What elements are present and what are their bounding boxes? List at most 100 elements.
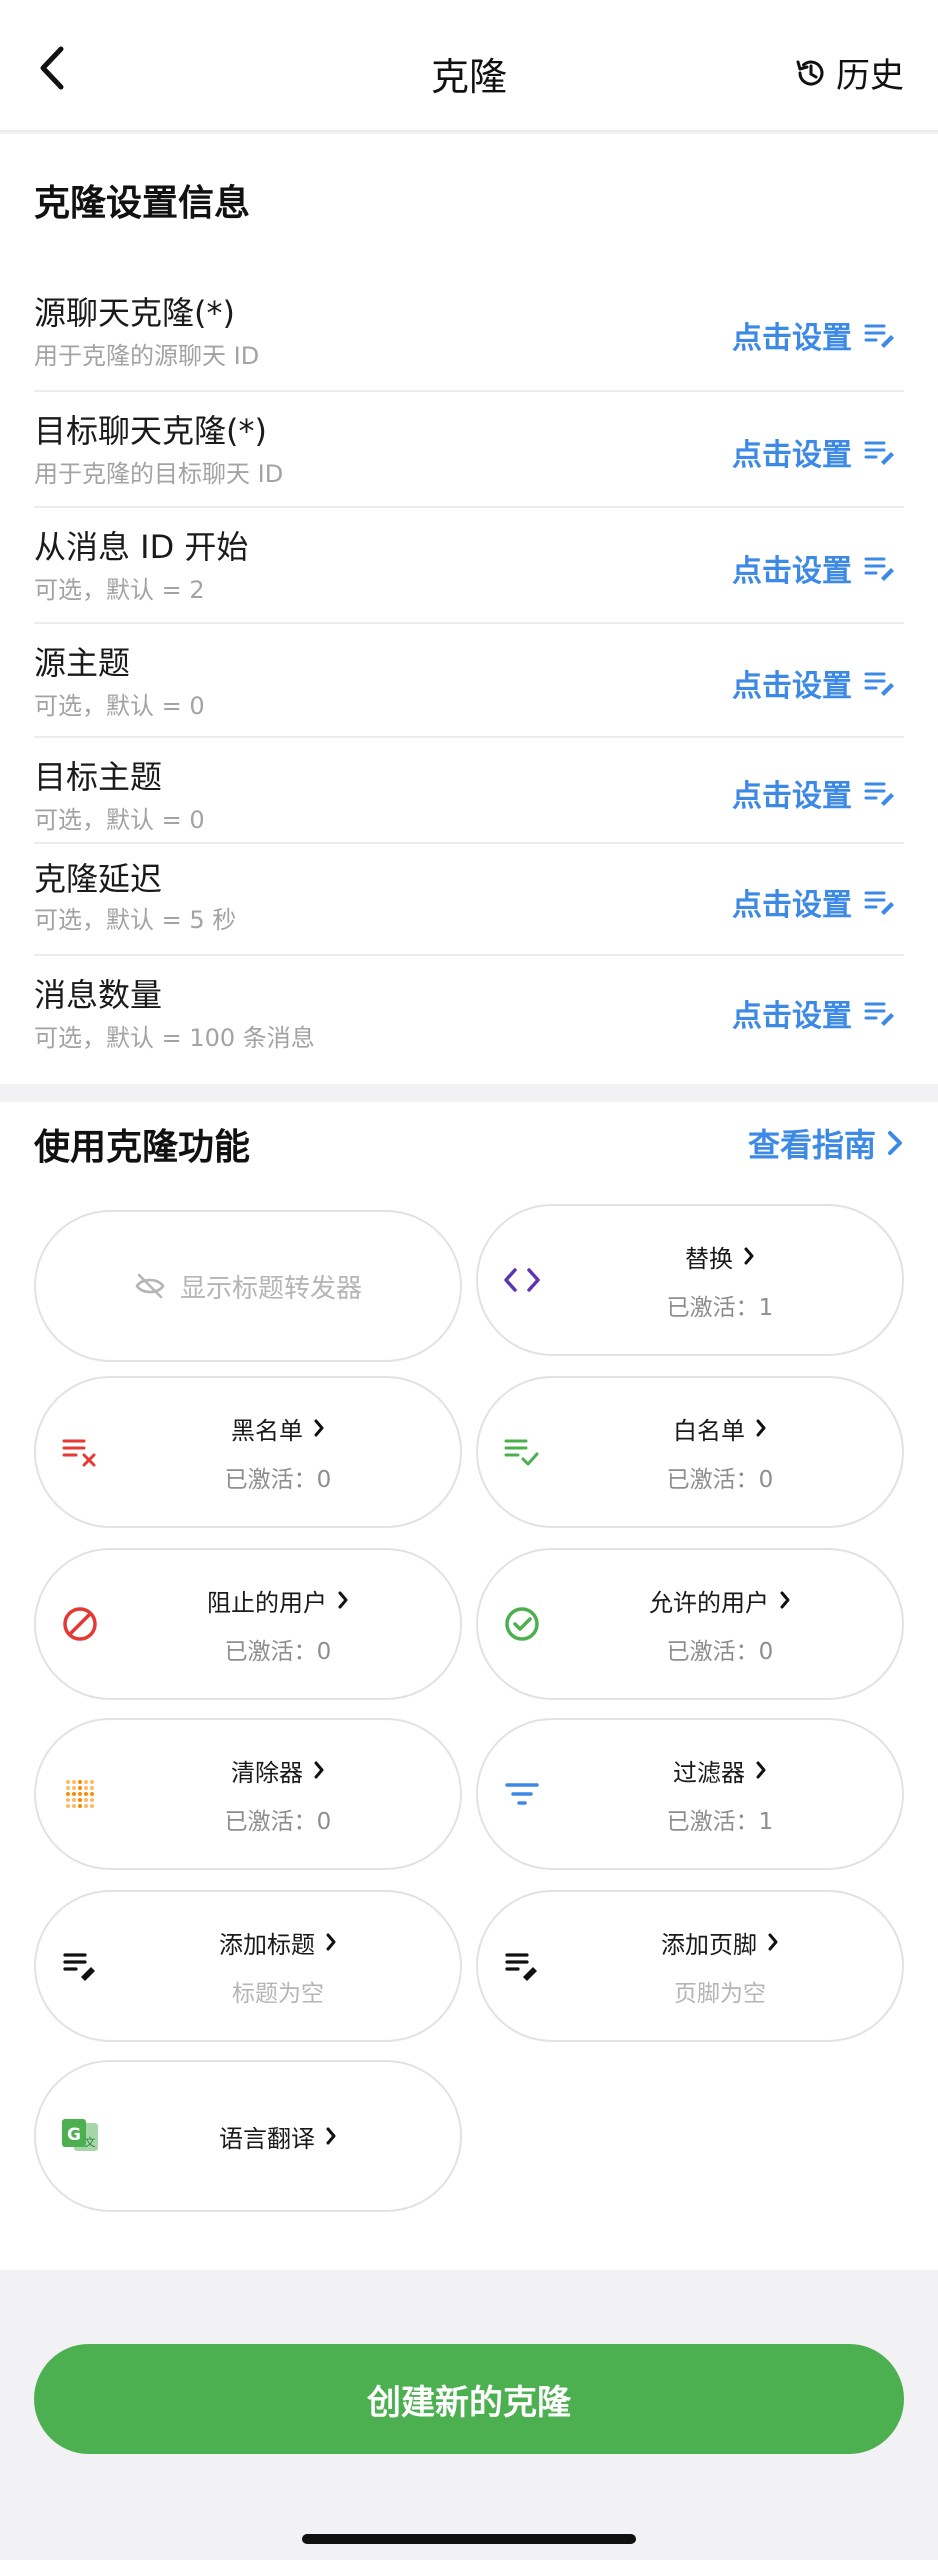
replace-button[interactable]: 替换 已激活：1 xyxy=(476,1204,904,1356)
cleaner-status: 已激活：0 xyxy=(224,1808,332,1835)
cleaner-label: 清除器 xyxy=(231,1758,303,1787)
block-icon xyxy=(63,1607,97,1641)
setting-row: 消息数量 可选，默认 = 100 条消息 点击设置 xyxy=(34,956,904,1066)
pill-content: 白名单 已激活：0 xyxy=(568,1378,872,1526)
edit-list-icon xyxy=(864,441,894,465)
check-circle-icon xyxy=(505,1607,539,1641)
replace-label: 替换 xyxy=(685,1244,733,1273)
set-button-label: 点击设置 xyxy=(732,999,852,1034)
home-indicator xyxy=(302,2534,636,2544)
chevron-right-icon xyxy=(326,2127,336,2145)
history-button[interactable]: 历史 xyxy=(794,48,904,97)
pill-icon xyxy=(60,1774,100,1814)
edit-list-icon xyxy=(864,672,894,696)
set-button[interactable]: 点击设置 xyxy=(732,313,896,357)
whitelist-status: 已激活：0 xyxy=(666,1466,774,1493)
translate-label: 语言翻译 xyxy=(219,2124,315,2153)
set-button[interactable]: 点击设置 xyxy=(732,430,896,474)
edit-list-icon xyxy=(63,1953,95,1981)
pill-title-row: 添加页脚 xyxy=(661,1925,779,1960)
top-bar: 克隆 历史 xyxy=(0,0,938,132)
set-button-label: 点击设置 xyxy=(732,669,852,704)
view-guide-link[interactable]: 查看指南 xyxy=(748,1120,904,1166)
setting-row: 克隆延迟 可选，默认 = 5 秒 点击设置 xyxy=(34,844,904,956)
add-footer-button[interactable]: 添加页脚 页脚为空 xyxy=(476,1890,904,2042)
svg-text:G: G xyxy=(67,2125,81,2145)
add-header-status: 标题为空 xyxy=(232,1980,324,2007)
translate-button[interactable]: G文 语言翻译 xyxy=(34,2060,462,2212)
pill-icon xyxy=(502,1774,542,1814)
setting-hint: 可选，默认 = 5 秒 xyxy=(34,906,237,934)
pill-icon xyxy=(502,1432,542,1472)
setting-label: 目标聊天克隆(*) xyxy=(34,412,267,450)
setting-label: 消息数量 xyxy=(34,976,163,1014)
chevron-right-icon xyxy=(756,1419,766,1437)
chevron-right-icon xyxy=(756,1761,766,1779)
blocked-users-status: 已激活：0 xyxy=(224,1638,332,1665)
set-button-label: 点击设置 xyxy=(732,554,852,589)
pill-title-row: 清除器 xyxy=(231,1753,325,1788)
edit-list-icon xyxy=(864,1002,894,1026)
filter-button[interactable]: 过滤器 已激活：1 xyxy=(476,1718,904,1870)
setting-hint: 可选，默认 = 100 条消息 xyxy=(34,1024,315,1052)
edit-list-icon xyxy=(864,557,894,581)
edit-list-icon xyxy=(864,324,894,348)
setting-label: 目标主题 xyxy=(34,758,163,796)
setting-hint: 可选，默认 = 2 xyxy=(34,576,205,604)
blocked-users-label: 阻止的用户 xyxy=(207,1588,327,1617)
pill-content: 语言翻译 xyxy=(126,2062,430,2210)
show-header-forwarder-label: 显示标题转发器 xyxy=(179,1273,362,1304)
add-footer-status: 页脚为空 xyxy=(674,1980,766,2007)
setting-row: 源主题 可选，默认 = 0 点击设置 xyxy=(34,624,904,738)
pill-content: 阻止的用户 已激活：0 xyxy=(126,1550,430,1698)
whitelist-button[interactable]: 白名单 已激活：0 xyxy=(476,1376,904,1528)
pill-title-row: 阻止的用户 xyxy=(207,1583,349,1618)
chevron-right-icon xyxy=(338,1591,348,1609)
cleaner-button[interactable]: 清除器 已激活：0 xyxy=(34,1718,462,1870)
pill-icon xyxy=(502,1604,542,1644)
set-button[interactable]: 点击设置 xyxy=(732,771,896,815)
show-header-forwarder-button[interactable]: 显示标题转发器 xyxy=(34,1210,462,1362)
filter-label: 过滤器 xyxy=(673,1758,745,1787)
blacklist-button[interactable]: 黑名单 已激活：0 xyxy=(34,1376,462,1528)
history-label: 历史 xyxy=(836,56,904,96)
pill-title-row: 过滤器 xyxy=(673,1753,767,1788)
replace-status: 已激活：1 xyxy=(666,1294,774,1321)
create-clone-button[interactable]: 创建新的克隆 xyxy=(34,2344,904,2454)
chevron-right-icon xyxy=(888,1131,902,1155)
blacklist-label: 黑名单 xyxy=(231,1416,303,1445)
set-button[interactable]: 点击设置 xyxy=(732,880,896,924)
set-button-label: 点击设置 xyxy=(732,438,852,473)
pill-title-row: 黑名单 xyxy=(231,1411,325,1446)
set-button-label: 点击设置 xyxy=(732,779,852,814)
add-header-button[interactable]: 添加标题 标题为空 xyxy=(34,1890,462,2042)
setting-label: 源主题 xyxy=(34,644,131,682)
pill-title-row: 添加标题 xyxy=(219,1925,337,1960)
setting-hint: 可选，默认 = 0 xyxy=(34,806,205,834)
chevron-right-icon xyxy=(314,1761,324,1779)
set-button[interactable]: 点击设置 xyxy=(732,661,896,705)
set-button[interactable]: 点击设置 xyxy=(732,546,896,590)
features-section-title: 使用克隆功能 xyxy=(34,1127,251,1168)
blacklist-status: 已激活：0 xyxy=(224,1466,332,1493)
add-footer-label: 添加页脚 xyxy=(661,1930,757,1959)
clone-features-section: 使用克隆功能 查看指南 显示标题转发器 替换 已激活：1 黑名单 已激活：0 白… xyxy=(0,1102,938,2270)
setting-label: 克隆延迟 xyxy=(34,860,163,898)
translate-icon: G文 xyxy=(62,2119,98,2151)
code-icon xyxy=(504,1268,540,1292)
setting-hint: 用于克隆的目标聊天 ID xyxy=(34,460,284,488)
chevron-right-icon xyxy=(744,1247,754,1265)
set-button[interactable]: 点击设置 xyxy=(732,991,896,1035)
blocked-users-button[interactable]: 阻止的用户 已激活：0 xyxy=(34,1548,462,1700)
chevron-right-icon xyxy=(314,1419,324,1437)
setting-row: 目标聊天克隆(*) 用于克隆的目标聊天 ID 点击设置 xyxy=(34,392,904,508)
setting-row: 源聊天克隆(*) 用于克隆的源聊天 ID 点击设置 xyxy=(34,274,904,392)
pill-content: 清除器 已激活：0 xyxy=(126,1720,430,1868)
whitelist-icon xyxy=(504,1439,539,1466)
pill-icon xyxy=(502,1260,542,1300)
edit-list-icon xyxy=(864,891,894,915)
eye-off-icon xyxy=(135,1273,165,1299)
pill-icon xyxy=(502,1946,542,1986)
allowed-users-button[interactable]: 允许的用户 已激活：0 xyxy=(476,1548,904,1700)
pill-content: 过滤器 已激活：1 xyxy=(568,1720,872,1868)
